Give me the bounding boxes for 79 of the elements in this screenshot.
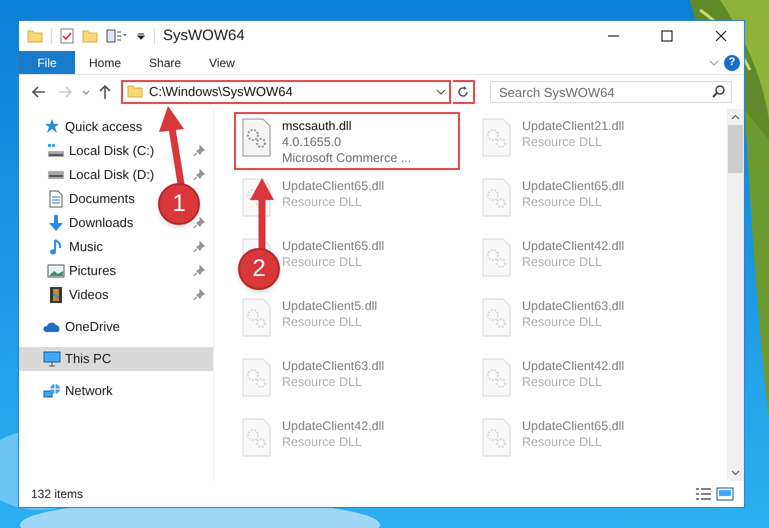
dll-file-icon [480,298,512,338]
file-name: UpdateClient63.dll [282,358,384,374]
file-detail: Resource DLL [282,194,363,210]
file-name: UpdateClient65.dll [522,418,624,434]
file-name: UpdateClient21.dll [522,118,624,134]
pin-icon[interactable] [193,169,205,181]
sidebar-item[interactable]: Pictures [47,261,116,281]
file-detail: Microsoft Commerce ... [282,150,412,166]
file-name: UpdateClient65.dll [282,178,384,194]
dll-file-icon [480,358,512,398]
large-icons-view-icon[interactable] [714,486,736,502]
sidebar-item[interactable]: This PC [19,347,213,371]
dll-file-icon [480,418,512,458]
file-tile[interactable]: mscsauth.dll 4.0.1655.0 Microsoft Commerce ... [234,112,460,170]
file-name: UpdateClient42.dll [282,418,384,434]
file-name: UpdateClient65.dll [522,178,624,194]
sidebar-item[interactable]: Videos [47,285,109,305]
star-icon [43,118,61,136]
file-detail: Resource DLL [522,254,603,270]
pin-icon[interactable] [193,241,205,253]
file-detail: Resource DLL [282,374,363,390]
dll-file-icon [240,418,272,458]
sidebar-item[interactable]: OneDrive [43,317,120,337]
scrollbar[interactable] [727,109,744,481]
details-view-icon[interactable] [694,486,714,502]
file-name: UpdateClient42.dll [522,358,624,374]
sidebar-item[interactable]: Local Disk (D:) [47,165,154,185]
file-detail: Resource DLL [282,254,363,270]
download-arrow-icon [47,214,65,232]
film-icon [47,286,65,304]
file-detail: Resource DLL [522,194,603,210]
search-field[interactable]: Search SysWOW64 [490,81,732,103]
dll-file-icon [240,298,272,338]
item-count: 132 items [31,486,84,503]
file-name: UpdateClient42.dll [522,238,624,254]
pin-icon[interactable] [193,265,205,277]
pin-icon[interactable] [193,217,205,229]
help-button[interactable]: ? [724,54,740,70]
sidebar-item[interactable]: Music [47,237,103,257]
pin-icon[interactable] [193,289,205,301]
pin-icon[interactable] [193,145,205,157]
file-name: UpdateClient65.dll [282,238,384,254]
sidebar-item[interactable]: Network [43,381,113,401]
document-icon [47,190,65,208]
sidebar-item[interactable]: Downloads [47,213,134,233]
network-icon [43,382,61,400]
ribbon-tab[interactable]: View [195,51,249,74]
file-detail: Resource DLL [522,314,603,330]
checklist-icon[interactable] [60,28,74,44]
address-bar[interactable]: C:\Windows\SysWOW64 [121,80,451,104]
picture-icon [47,262,65,280]
file-detail: Resource DLL [282,314,363,330]
file-detail: 4.0.1655.0 [282,134,342,150]
refresh-button[interactable] [453,80,475,104]
dll-file-icon [240,118,272,158]
file-name: UpdateClient63.dll [522,298,624,314]
file-detail: Resource DLL [522,134,603,150]
refresh-icon [456,85,470,99]
file-detail: Resource DLL [282,434,363,450]
address-text: C:\Windows\SysWOW64 [149,83,294,102]
file-name: UpdateClient5.dll [282,298,378,314]
sidebar-item[interactable]: Local Disk (C:) [47,141,154,161]
file-name: mscsauth.dll [282,118,352,134]
file-detail: Resource DLL [522,434,603,450]
properties-icon[interactable] [106,28,128,44]
window-title: SysWOW64 [163,26,245,46]
monitor-icon [43,350,61,368]
scroll-thumb[interactable] [728,125,743,173]
dll-file-icon [240,358,272,398]
drive-icon [47,170,65,180]
file-detail: Resource DLL [522,374,603,390]
ribbon-tab[interactable]: Share [135,51,196,74]
drive-icon [47,142,65,160]
dll-file-icon [480,118,512,158]
sidebar-item[interactable]: Quick access [43,117,142,137]
dll-file-icon [480,178,512,218]
dll-file-icon [480,238,512,278]
ribbon-tab[interactable]: Home [75,51,136,74]
sidebar-item[interactable]: Documents [47,189,135,209]
